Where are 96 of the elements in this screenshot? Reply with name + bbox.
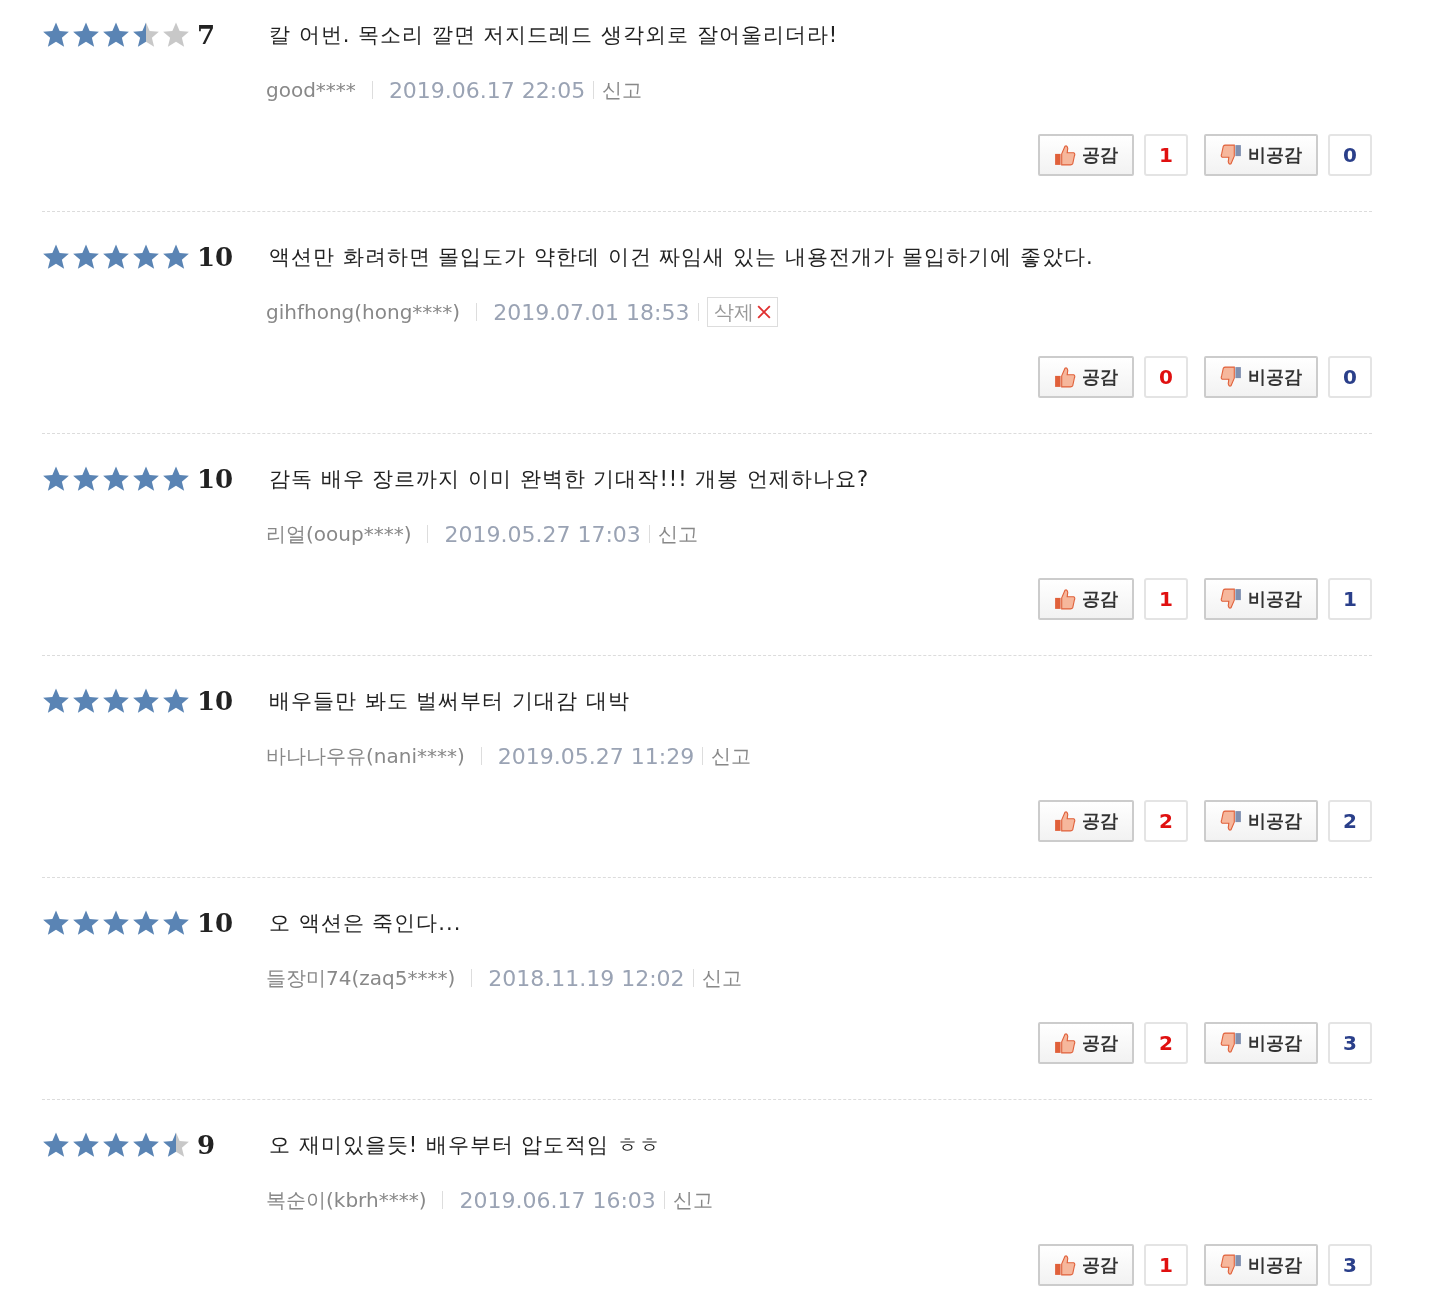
dislike-button[interactable]: 비공감 <box>1204 134 1318 176</box>
dislike-button[interactable]: 비공감 <box>1204 1244 1318 1286</box>
star-icon <box>42 687 70 715</box>
dislike-count: 2 <box>1328 800 1372 842</box>
like-count: 1 <box>1144 134 1188 176</box>
review-date: 2019.05.27 11:29 <box>497 743 695 769</box>
report-link[interactable]: 신고 <box>672 1186 713 1214</box>
report-link[interactable]: 신고 <box>657 520 698 548</box>
dislike-button[interactable]: 비공감 <box>1204 800 1318 842</box>
star-icon <box>102 465 130 493</box>
review-text: 감독 배우 장르까지 이미 완벽한 기대작!!! 개봉 언제하나요? <box>269 466 870 493</box>
star-icon <box>72 21 100 49</box>
thumbs-up-icon <box>1054 1254 1076 1276</box>
rating-score: 7 <box>197 20 217 50</box>
rating-score: 10 <box>197 242 235 272</box>
star-icon <box>42 21 70 49</box>
star-icon <box>132 465 160 493</box>
star-icon <box>72 909 100 937</box>
report-link[interactable]: 신고 <box>701 964 742 992</box>
star-icon <box>132 243 160 271</box>
review-author: gihfhong(hong****) <box>266 300 461 324</box>
dislike-button[interactable]: 비공감 <box>1204 356 1318 398</box>
star-icon <box>162 243 190 271</box>
report-link[interactable]: 신고 <box>711 742 752 770</box>
star-icon <box>72 687 100 715</box>
star-icon <box>162 909 190 937</box>
like-button[interactable]: 공감 <box>1038 1022 1134 1064</box>
review-date: 2019.07.01 18:53 <box>493 299 690 325</box>
dislike-count: 3 <box>1328 1022 1372 1064</box>
dislike-button[interactable]: 비공감 <box>1204 578 1318 620</box>
like-button[interactable]: 공감 <box>1038 1244 1134 1286</box>
star-icon <box>102 1131 130 1159</box>
like-count: 1 <box>1144 578 1188 620</box>
star-icon <box>132 909 160 937</box>
thumbs-up-icon <box>1054 1032 1076 1054</box>
star-icon <box>132 21 160 49</box>
like-count: 2 <box>1144 1022 1188 1064</box>
thumbs-down-icon <box>1220 810 1242 832</box>
star-icon <box>102 909 130 937</box>
like-count: 2 <box>1144 800 1188 842</box>
review-text: 오 재미있을듯! 배우부터 압도적임 ㅎㅎ <box>269 1132 662 1159</box>
review-text: 칼 어번. 목소리 깔면 저지드레드 생각외로 잘어울리더라! <box>269 22 839 49</box>
star-icon <box>102 243 130 271</box>
review-text: 배우들만 봐도 벌써부터 기대감 대박 <box>269 688 630 715</box>
review-author: 들장미74(zaq5****) <box>266 964 456 992</box>
dislike-count: 0 <box>1328 134 1372 176</box>
review-date: 2019.06.17 22:05 <box>388 77 586 103</box>
like-count: 0 <box>1144 356 1188 398</box>
star-icon <box>162 687 190 715</box>
thumbs-down-icon <box>1220 366 1242 388</box>
thumbs-up-icon <box>1054 366 1076 388</box>
rating-score: 10 <box>197 686 235 716</box>
star-icon <box>72 465 100 493</box>
star-icon <box>42 465 70 493</box>
thumbs-down-icon <box>1220 144 1242 166</box>
thumbs-up-icon <box>1054 588 1076 610</box>
thumbs-up-icon <box>1054 810 1076 832</box>
star-icon <box>102 687 130 715</box>
dislike-count: 3 <box>1328 1244 1372 1286</box>
thumbs-down-icon <box>1220 588 1242 610</box>
thumbs-down-icon <box>1220 1254 1242 1276</box>
star-icon <box>132 687 160 715</box>
rating-score: 10 <box>197 464 235 494</box>
review-date: 2019.06.17 16:03 <box>459 1187 656 1213</box>
star-icon <box>162 1131 190 1159</box>
star-icon <box>102 21 130 49</box>
star-icon <box>132 1131 160 1159</box>
thumbs-down-icon <box>1220 1032 1242 1054</box>
like-button[interactable]: 공감 <box>1038 356 1134 398</box>
review-text: 오 액션은 죽인다... <box>269 910 462 937</box>
star-icon <box>42 243 70 271</box>
thumbs-up-icon <box>1054 144 1076 166</box>
rating-score: 10 <box>197 908 235 938</box>
star-icon <box>72 243 100 271</box>
dislike-count: 0 <box>1328 356 1372 398</box>
close-icon <box>756 305 771 319</box>
review-date: 2019.05.27 17:03 <box>444 521 641 547</box>
dislike-count: 1 <box>1328 578 1372 620</box>
star-icon <box>72 1131 100 1159</box>
like-count: 1 <box>1144 1244 1188 1286</box>
review-author: 리얼(ooup****) <box>266 520 412 548</box>
rating-score: 9 <box>197 1130 217 1160</box>
star-icon <box>42 1131 70 1159</box>
review-author: good**** <box>266 78 356 102</box>
review-text: 액션만 화려하면 몰입도가 약한데 이건 짜임새 있는 내용전개가 몰입하기에 좋았다. <box>269 244 1094 271</box>
like-button[interactable]: 공감 <box>1038 578 1134 620</box>
report-link[interactable]: 신고 <box>602 76 643 104</box>
like-button[interactable]: 공감 <box>1038 800 1134 842</box>
review-date: 2018.11.19 12:02 <box>488 965 685 991</box>
review-author: 바나나우유(nani****) <box>266 742 465 770</box>
star-icon <box>162 21 190 49</box>
star-icon <box>162 465 190 493</box>
like-button[interactable]: 공감 <box>1038 134 1134 176</box>
dislike-button[interactable]: 비공감 <box>1204 1022 1318 1064</box>
review-author: 복순이(kbrh****) <box>266 1186 427 1214</box>
star-icon <box>42 909 70 937</box>
